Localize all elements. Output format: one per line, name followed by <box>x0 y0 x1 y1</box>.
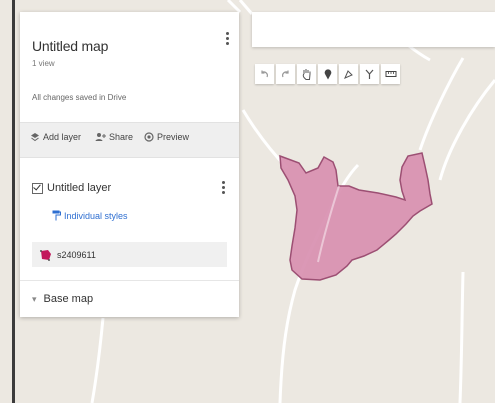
add-layer-icon <box>31 133 39 142</box>
measure-button[interactable] <box>381 64 400 84</box>
individual-styles-label: Individual styles <box>64 210 128 221</box>
undo-button[interactable] <box>255 64 274 84</box>
search-input[interactable] <box>252 12 495 47</box>
add-person-icon <box>95 133 106 141</box>
ruler-icon <box>385 71 396 77</box>
share-button[interactable]: Share <box>95 132 133 142</box>
chevron-down-icon: ▾ <box>32 293 37 304</box>
paint-roller-icon <box>52 210 61 221</box>
share-label: Share <box>109 132 134 142</box>
polygon-feature-icon <box>40 249 51 261</box>
undo-icon <box>261 70 268 77</box>
screen-edge <box>12 0 15 403</box>
panel-divider <box>20 280 239 281</box>
base-map-label: Base map <box>43 293 94 305</box>
view-count: 1 view <box>32 59 55 68</box>
kebab-dot <box>225 37 229 40</box>
layer-name[interactable]: Untitled layer <box>47 182 111 194</box>
base-map-toggle[interactable]: ▾ Base map <box>32 293 93 305</box>
draw-line-button[interactable] <box>339 64 358 84</box>
map-title[interactable]: Untitled map <box>32 38 108 54</box>
add-layer-label: Add layer <box>43 132 82 142</box>
directions-button[interactable] <box>360 64 379 84</box>
feature-name: s2409611 <box>57 249 96 260</box>
preview-eye-icon <box>144 132 154 142</box>
redo-icon <box>282 70 289 77</box>
redo-button[interactable] <box>276 64 295 84</box>
feature-item[interactable]: s2409611 <box>32 242 227 267</box>
route-icon <box>365 69 374 79</box>
layer-visibility-checkbox[interactable] <box>32 182 43 194</box>
map-legend-panel: Untitled map 1 view All changes saved in… <box>20 12 239 317</box>
layer-header: Untitled layer <box>32 182 111 194</box>
hand-icon <box>302 69 311 80</box>
draw-line-icon <box>344 69 353 79</box>
kebab-dot <box>221 186 225 189</box>
preview-label: Preview <box>157 132 190 142</box>
add-layer-button[interactable]: Add layer <box>30 132 81 142</box>
individual-styles-link[interactable]: Individual styles <box>52 210 128 221</box>
actions-bar: Add layer Share Preview <box>20 122 239 158</box>
pan-hand-button[interactable] <box>297 64 316 84</box>
add-marker-button[interactable] <box>318 64 337 84</box>
kebab-dot <box>225 32 229 35</box>
map-toolbar <box>255 64 400 84</box>
layer-options-button[interactable] <box>217 179 229 197</box>
save-status: All changes saved in Drive <box>32 93 127 102</box>
map-options-button[interactable] <box>221 30 233 48</box>
kebab-dot <box>221 191 225 194</box>
marker-icon <box>324 69 331 80</box>
preview-button[interactable]: Preview <box>144 132 189 142</box>
kebab-dot <box>221 181 225 184</box>
kebab-dot <box>225 42 229 45</box>
